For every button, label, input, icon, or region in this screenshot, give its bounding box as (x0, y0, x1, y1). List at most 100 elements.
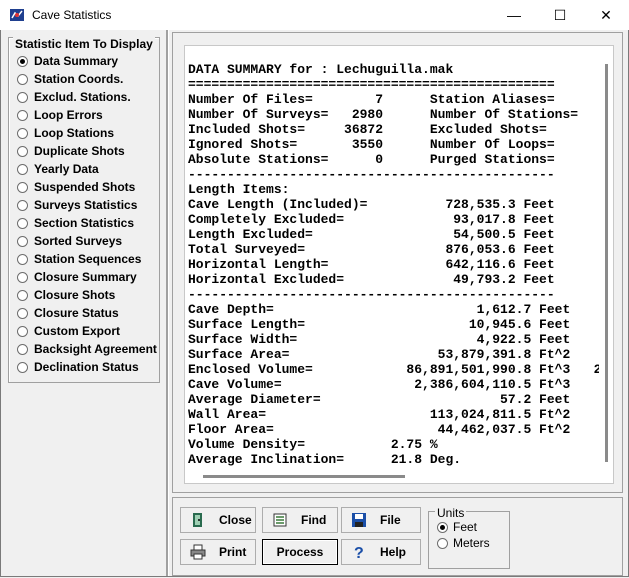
statistic-option[interactable]: Backsight Agreement (17, 340, 157, 358)
find-button-label: Find (301, 513, 327, 527)
report-text: DATA SUMMARY for : Lechuguilla.mak ======… (188, 62, 601, 467)
statistic-option[interactable]: Yearly Data (17, 160, 99, 178)
units-group: Units Feet Meters (428, 506, 510, 569)
print-button[interactable]: Print (180, 539, 256, 565)
maximize-button[interactable]: ☐ (537, 0, 583, 30)
statistic-option-label: Loop Errors (34, 108, 103, 122)
radio-button[interactable] (17, 343, 28, 355)
report-line: Horizontal Excluded= 49,793.2 Feet (188, 272, 555, 287)
vertical-scroll-thumb[interactable] (605, 64, 608, 462)
report-line: Surface Width= 4,922.5 Feet (188, 332, 571, 347)
vertical-scrollbar[interactable] (599, 46, 613, 483)
radio-button[interactable] (17, 325, 28, 337)
statistic-option-label: Suspended Shots (34, 180, 136, 194)
statistic-option[interactable]: Duplicate Shots (17, 142, 125, 160)
radio-button[interactable] (17, 253, 28, 265)
report-textbox[interactable]: DATA SUMMARY for : Lechuguilla.mak ======… (184, 45, 614, 484)
radio-button[interactable] (17, 217, 28, 229)
statistic-option[interactable]: Data Summary (17, 52, 118, 70)
units-feet-label: Feet (453, 520, 478, 534)
report-line: Average Diameter= 57.2 Feet (188, 392, 571, 407)
statistic-option[interactable]: Exclud. Stations. (17, 88, 131, 106)
report-line: Length Excluded= 54,500.5 Feet (188, 227, 555, 242)
minimize-button[interactable]: — (491, 0, 537, 30)
title-bar: Cave Statistics — ☐ ✕ (0, 0, 629, 30)
radio-button[interactable] (17, 109, 28, 121)
statistic-option-label: Station Coords. (34, 72, 124, 86)
statistic-option[interactable]: Loop Stations (17, 124, 114, 142)
statistic-option-label: Section Statistics (34, 216, 135, 230)
statistic-option[interactable]: Loop Errors (17, 106, 103, 124)
process-button-label: Process (276, 545, 324, 559)
units-title: Units (435, 506, 467, 520)
radio-button[interactable] (437, 537, 448, 549)
svg-text:?: ? (354, 545, 364, 560)
report-line: Cave Volume= 2,386,604,110.5 Ft^3 (188, 377, 571, 392)
find-button[interactable]: Find (262, 507, 338, 533)
units-meters-option[interactable]: Meters (437, 536, 490, 550)
statistic-option-label: Duplicate Shots (34, 144, 125, 158)
radio-button[interactable] (17, 145, 28, 157)
statistic-option[interactable]: Surveys Statistics (17, 196, 137, 214)
statistic-option[interactable]: Station Sequences (17, 250, 141, 268)
statistic-option-label: Declination Status (34, 360, 139, 374)
radio-button[interactable] (437, 521, 448, 533)
report-line: ----------------------------------------… (188, 167, 555, 182)
radio-button[interactable] (17, 163, 28, 175)
statistic-option[interactable]: Section Statistics (17, 214, 134, 232)
report-line: DATA SUMMARY for : Lechuguilla.mak (188, 62, 454, 77)
radio-button[interactable] (17, 271, 28, 283)
units-meters-label: Meters (453, 536, 490, 550)
horizontal-scrollbar[interactable] (185, 469, 613, 483)
units-feet-option[interactable]: Feet (437, 520, 477, 534)
statistic-option-label: Backsight Agreement (34, 342, 157, 356)
radio-button[interactable] (17, 55, 28, 67)
close-window-button[interactable]: ✕ (583, 0, 629, 30)
statistic-option[interactable]: Closure Shots (17, 286, 115, 304)
statistic-option-label: Surveys Statistics (34, 198, 138, 212)
radio-button[interactable] (17, 73, 28, 85)
process-button[interactable]: Process (262, 539, 338, 565)
report-line: Absolute Stations= 0 Purged Stations= (188, 152, 555, 167)
radio-button[interactable] (17, 307, 28, 319)
statistic-option-label: Station Sequences (34, 252, 142, 266)
group-title: Statistic Item To Display (13, 37, 155, 51)
report-line: Horizontal Length= 642,116.6 Feet (188, 257, 555, 272)
report-line: Total Surveyed= 876,053.6 Feet (188, 242, 555, 257)
statistic-option[interactable]: Closure Summary (17, 268, 137, 286)
find-icon (271, 511, 289, 529)
report-line: Enclosed Volume= 86,891,501,990.8 Ft^3 2 (188, 362, 602, 377)
radio-button[interactable] (17, 289, 28, 301)
radio-button[interactable] (17, 235, 28, 247)
window-title: Cave Statistics (32, 8, 112, 22)
radio-button[interactable] (17, 199, 28, 211)
statistic-option-label: Sorted Surveys (34, 234, 123, 248)
report-line: Cave Length (Included)= 728,535.3 Feet (188, 197, 555, 212)
radio-button[interactable] (17, 361, 28, 373)
radio-button[interactable] (17, 181, 28, 193)
statistic-option-label: Closure Shots (34, 288, 116, 302)
file-button-label: File (380, 513, 401, 527)
radio-button[interactable] (17, 127, 28, 139)
report-line: Number Of Files= 7 Station Aliases= (188, 92, 555, 107)
close-button[interactable]: Close (180, 507, 256, 533)
statistic-option[interactable]: Suspended Shots (17, 178, 135, 196)
file-button[interactable]: File (341, 507, 421, 533)
statistic-option[interactable]: Custom Export (17, 322, 120, 340)
statistic-option-label: Yearly Data (34, 162, 99, 176)
report-line: Included Shots= 36872 Excluded Shots= (188, 122, 547, 137)
help-icon: ? (350, 543, 368, 561)
report-panel: DATA SUMMARY for : Lechuguilla.mak ======… (172, 32, 623, 493)
help-button[interactable]: ? Help (341, 539, 421, 565)
report-line: Ignored Shots= 3550 Number Of Loops= (188, 137, 555, 152)
statistic-option[interactable]: Sorted Surveys (17, 232, 122, 250)
statistic-item-group: Statistic Item To Display Data Summary St… (8, 37, 160, 383)
statistic-option-label: Custom Export (34, 324, 121, 338)
statistic-option[interactable]: Closure Status (17, 304, 119, 322)
horizontal-scroll-thumb[interactable] (203, 475, 405, 478)
close-button-label: Close (219, 513, 252, 527)
radio-button[interactable] (17, 91, 28, 103)
statistic-option[interactable]: Declination Status (17, 358, 139, 376)
app-icon[interactable] (9, 7, 25, 23)
statistic-option[interactable]: Station Coords. (17, 70, 123, 88)
